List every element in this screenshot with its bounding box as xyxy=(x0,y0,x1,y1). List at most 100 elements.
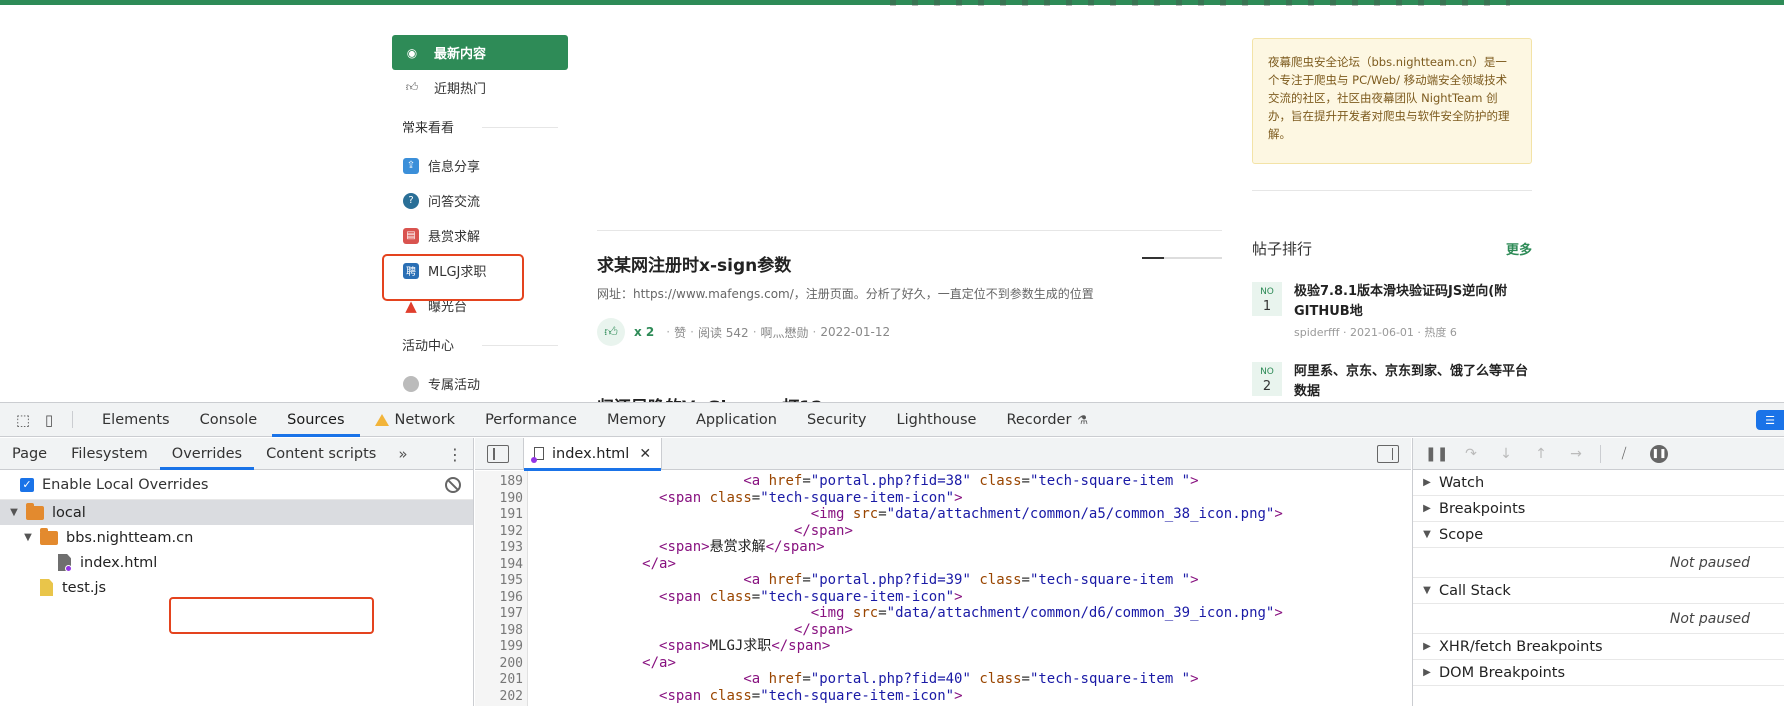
tab-elements[interactable]: Elements xyxy=(87,403,185,436)
rank-number: 1 xyxy=(1262,299,1272,314)
collapsed-arrow-icon: ▶ xyxy=(1423,503,1431,514)
line-number[interactable]: 191 xyxy=(475,507,523,524)
nav-item-activity[interactable]: 专属活动 xyxy=(392,366,568,401)
pause-on-exceptions-icon[interactable]: ❚❚ xyxy=(1648,444,1670,463)
tab-recorder[interactable]: Recorder ⚗ xyxy=(991,403,1103,436)
pane-watch[interactable]: ▶ Watch xyxy=(1413,470,1784,496)
tab-application[interactable]: Application xyxy=(681,403,792,436)
nav-item-qa[interactable]: ? 问答交流 xyxy=(392,183,568,218)
code-line[interactable]: 189 <a href="portal.php?fid=38" class="te… xyxy=(475,473,1411,490)
tab-console[interactable]: Console xyxy=(185,403,273,436)
post-card[interactable]: 求某网注册时x-sign参数 网址：https://www.mafengs.co… xyxy=(597,231,1222,346)
line-number[interactable]: 193 xyxy=(475,540,523,557)
pause-icon[interactable]: ❚❚ xyxy=(1425,446,1448,462)
ranking-more-link[interactable]: 更多 xyxy=(1506,239,1532,258)
code-line[interactable]: 192 </span> xyxy=(475,523,1411,540)
pane-call-stack-label: Call Stack xyxy=(1439,582,1511,599)
post-title[interactable]: 求某网注册时x-sign参数 xyxy=(597,251,1222,276)
code-line[interactable]: 191 <img src="data/attachment/common/a5/c… xyxy=(475,506,1411,523)
line-number[interactable]: 192 xyxy=(475,524,523,541)
expand-arrow-icon[interactable]: ▼ xyxy=(8,507,20,518)
code-line[interactable]: 194 </a> xyxy=(475,556,1411,573)
tab-content-scripts[interactable]: Content scripts xyxy=(254,438,388,469)
pane-scope[interactable]: ▼ Scope xyxy=(1413,522,1784,548)
code-line[interactable]: 193 <span>悬赏求解</span> xyxy=(475,539,1411,556)
expand-arrow-icon: ▼ xyxy=(1423,585,1431,596)
folder-icon xyxy=(40,527,58,545)
code-line[interactable]: 195 <a href="portal.php?fid=39" class="te… xyxy=(475,572,1411,589)
tree-file-index-label: index.html xyxy=(80,554,158,571)
pane-breakpoints[interactable]: ▶ Breakpoints xyxy=(1413,496,1784,522)
line-number[interactable]: 190 xyxy=(475,491,523,508)
step-icon[interactable]: → xyxy=(1565,446,1587,462)
pane-xhr-breakpoints[interactable]: ▶ XHR/fetch Breakpoints xyxy=(1413,634,1784,660)
more-tabs-button[interactable]: » xyxy=(388,438,417,469)
ranking-item-title[interactable]: 极验7.8.1版本滑块验证码JS逆向(附GITHUB地 xyxy=(1294,282,1532,322)
debugger-sidebar: ❚❚ ↷ ↓ ↑ → ⧸ ❚❚ ▶ Watch ▶ Breakpoints ▼ Sco… xyxy=(1412,438,1784,706)
code-line[interactable]: 202 <span class="tech-square-item-icon"> xyxy=(475,688,1411,705)
pane-call-stack[interactable]: ▼ Call Stack xyxy=(1413,578,1784,604)
tab-lighthouse[interactable]: Lighthouse xyxy=(882,403,992,436)
post-author[interactable]: 啊灬懋勋 xyxy=(761,324,809,341)
tree-folder-local[interactable]: ▼ local xyxy=(0,500,473,525)
nav-hot[interactable]: 👍︎ 近期热门 xyxy=(392,70,568,105)
inspect-element-icon[interactable]: ⬚ xyxy=(10,403,36,436)
enable-overrides-row[interactable]: ✓ Enable Local Overrides xyxy=(0,470,473,500)
code-line[interactable]: 196 <span class="tech-square-item-icon"> xyxy=(475,589,1411,606)
code-line[interactable]: 197 <img src="data/attachment/common/d6/c… xyxy=(475,605,1411,622)
tree-folder-domain[interactable]: ▼ bbs.nightteam.cn xyxy=(0,525,473,550)
pane-dom-breakpoints[interactable]: ▶ DOM Breakpoints xyxy=(1413,660,1784,686)
post-date: 2022-01-12 xyxy=(820,325,891,339)
ranking-item[interactable]: NO 1 极验7.8.1版本滑块验证码JS逆向(附GITHUB地 spiderff… xyxy=(1252,282,1532,340)
nav-item-share[interactable]: ⇪ 信息分享 xyxy=(392,148,568,183)
tab-sources[interactable]: Sources xyxy=(272,403,360,437)
line-number[interactable]: 200 xyxy=(475,656,523,673)
step-out-icon[interactable]: ↑ xyxy=(1530,446,1552,462)
code-line[interactable]: 199 <span>MLGJ求职</span> xyxy=(475,638,1411,655)
code-line[interactable]: 190 <span class="tech-square-item-icon"> xyxy=(475,490,1411,507)
tab-performance[interactable]: Performance xyxy=(470,403,592,436)
code-line[interactable]: 201 <a href="portal.php?fid=40" class="te… xyxy=(475,671,1411,688)
ranking-item-meta: spiderfff · 2021-06-01 · 热度 6 xyxy=(1294,326,1457,339)
line-number[interactable]: 196 xyxy=(475,590,523,607)
tab-security[interactable]: Security xyxy=(792,403,882,436)
ranking-item-title[interactable]: 阿里系、京东、京东到家、饿了么等平台数据 xyxy=(1294,362,1532,402)
issues-icon[interactable]: ☰ xyxy=(1756,410,1784,430)
tab-overrides[interactable]: Overrides xyxy=(159,438,255,470)
toggle-navigator-icon[interactable] xyxy=(487,444,509,463)
nav-latest[interactable]: ◉ 最新内容 xyxy=(392,35,568,70)
line-number[interactable]: 199 xyxy=(475,639,523,656)
code-line[interactable]: 198 </span> xyxy=(475,622,1411,639)
tree-file-index[interactable]: index.html xyxy=(0,550,473,575)
expand-arrow-icon[interactable]: ▼ xyxy=(22,532,34,543)
code-line[interactable]: 200 </a> xyxy=(475,655,1411,672)
step-into-icon[interactable]: ↓ xyxy=(1495,446,1517,462)
ranking-item[interactable]: NO 2 阿里系、京东、京东到家、饿了么等平台数据 xyxy=(1252,362,1532,402)
enable-overrides-checkbox[interactable]: ✓ xyxy=(20,477,34,492)
like-button[interactable]: 👍︎ xyxy=(597,318,625,346)
line-number[interactable]: 189 xyxy=(475,474,523,491)
clear-overrides-icon[interactable] xyxy=(445,477,461,493)
line-number[interactable]: 201 xyxy=(475,672,523,689)
line-number[interactable]: 197 xyxy=(475,606,523,623)
device-toolbar-icon[interactable]: ▯ xyxy=(36,403,62,436)
deactivate-breakpoints-icon[interactable]: ⧸ xyxy=(1613,446,1635,462)
line-number[interactable]: 194 xyxy=(475,557,523,574)
nav-item-bounty[interactable]: ▤ 悬赏求解 xyxy=(392,218,568,253)
line-number[interactable]: 195 xyxy=(475,573,523,590)
editor-tab-index[interactable]: index.html ✕ xyxy=(523,437,663,471)
meta-separator: · xyxy=(752,325,757,339)
tab-filesystem[interactable]: Filesystem xyxy=(59,438,160,469)
toggle-debugger-icon[interactable] xyxy=(1377,445,1399,463)
tab-security-label: Security xyxy=(806,411,867,428)
close-icon[interactable]: ✕ xyxy=(639,446,651,462)
next-post-title[interactable]: 归还早晚的VuGina·····打12 xyxy=(597,393,823,402)
step-over-icon[interactable]: ↷ xyxy=(1460,446,1482,462)
tab-page[interactable]: Page xyxy=(0,438,59,469)
tab-network[interactable]: Network xyxy=(360,403,471,436)
line-number[interactable]: 202 xyxy=(475,689,523,706)
line-number[interactable]: 198 xyxy=(475,623,523,640)
code-view[interactable]: 189 <a href="portal.php?fid=38" class="te… xyxy=(475,471,1411,706)
tab-memory[interactable]: Memory xyxy=(592,403,681,436)
kebab-menu-icon[interactable]: ⋮ xyxy=(447,445,463,464)
